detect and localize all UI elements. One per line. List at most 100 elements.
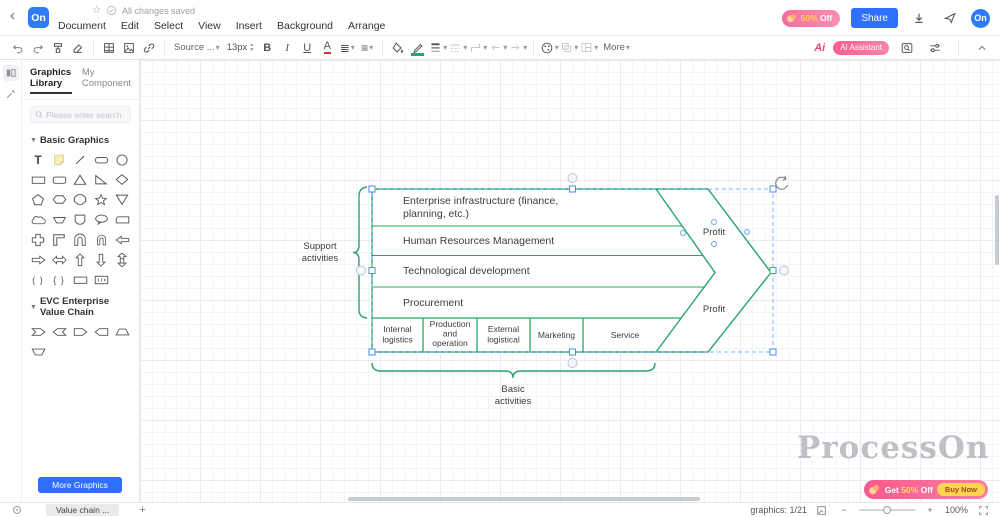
font-size-stepper[interactable]: 13px▲▼ <box>224 42 258 53</box>
support-activities-label[interactable]: Supportactivities <box>302 241 339 264</box>
connector-style-icon[interactable]: ▾ <box>468 39 488 57</box>
zoom-out-button[interactable]: − <box>837 504 851 516</box>
shape-arch-narrow[interactable] <box>91 230 111 249</box>
shape-text[interactable]: T <box>28 150 48 169</box>
menu-view[interactable]: View <box>198 20 221 32</box>
italic-button[interactable]: I <box>277 39 297 57</box>
group-icon[interactable]: ▾ <box>559 39 579 57</box>
download-icon[interactable] <box>909 9 929 27</box>
shape-cloud[interactable] <box>28 210 48 229</box>
shape-braces[interactable]: { } <box>49 270 69 289</box>
shapes-panel-icon[interactable] <box>3 65 19 81</box>
tab-graphics-library[interactable]: Graphics Library <box>30 67 72 94</box>
zoom-slider[interactable] <box>859 509 915 511</box>
vertical-scrollbar[interactable] <box>995 195 999 265</box>
arrow-end-icon[interactable]: ▾ <box>508 39 528 57</box>
back-icon[interactable]: ‹ <box>10 7 15 24</box>
evc-trapezoid-up[interactable] <box>112 322 132 341</box>
more-graphics-button[interactable]: More Graphics <box>38 477 122 493</box>
find-replace-icon[interactable] <box>897 39 917 57</box>
quick-handle-left[interactable] <box>357 266 366 275</box>
cell-external-logistical[interactable]: Externallogistical <box>487 324 520 345</box>
menu-background[interactable]: Background <box>277 20 333 32</box>
link-icon[interactable] <box>139 39 159 57</box>
shape-arrow-up[interactable] <box>70 250 90 269</box>
evc-chevron-left[interactable] <box>49 322 69 341</box>
shape-rect[interactable] <box>28 170 48 189</box>
cell-internal-logistics[interactable]: Internallogistics <box>382 324 412 345</box>
shape-arrow-double-h[interactable] <box>49 250 69 269</box>
shape-arrow-right[interactable] <box>28 250 48 269</box>
more-button[interactable]: More▾ <box>599 42 634 53</box>
section-evc[interactable]: ▼EVC Enterprise Value Chain <box>22 290 139 321</box>
redo-icon[interactable] <box>28 39 48 57</box>
quick-handle-right[interactable] <box>780 266 789 275</box>
font-color-button[interactable]: A <box>317 39 337 57</box>
evc-pentagon-left[interactable] <box>91 322 111 341</box>
support-brace[interactable] <box>353 187 367 318</box>
connection-point[interactable] <box>681 231 686 236</box>
basic-activities-label[interactable]: Basicactivities <box>495 384 532 407</box>
shape-circle[interactable] <box>112 150 132 169</box>
menu-select[interactable]: Select <box>154 20 183 32</box>
undo-icon[interactable] <box>8 39 28 57</box>
discount-badge[interactable]: 50% Off <box>782 10 841 27</box>
rotate-handle-icon[interactable] <box>776 176 788 189</box>
zoom-in-button[interactable]: + <box>923 504 937 516</box>
connection-point[interactable] <box>712 242 717 247</box>
shape-rect-2[interactable] <box>70 270 90 289</box>
align-button[interactable]: ≡▾ <box>357 39 377 57</box>
evc-trapezoid-down[interactable] <box>28 342 48 361</box>
search-input[interactable] <box>46 110 126 120</box>
fill-color-icon[interactable] <box>388 39 408 57</box>
shape-cross[interactable] <box>28 230 48 249</box>
section-basic-graphics[interactable]: ▼Basic Graphics <box>22 129 139 149</box>
theme-icon[interactable]: ▾ <box>539 39 559 57</box>
menu-insert[interactable]: Insert <box>236 20 262 32</box>
ai-assistant-badge[interactable]: AI Assistant <box>833 41 889 55</box>
pages-home-icon[interactable] <box>10 504 24 516</box>
shape-corner[interactable] <box>49 230 69 249</box>
support-row-2[interactable]: Human Resources Management <box>403 235 554 247</box>
quick-handle-bottom[interactable] <box>568 359 577 368</box>
cell-service[interactable]: Service <box>611 330 640 340</box>
shape-star[interactable] <box>91 190 111 209</box>
shape-arrow-double-v[interactable] <box>112 250 132 269</box>
shape-hexagon[interactable] <box>49 190 69 209</box>
app-logo[interactable]: On <box>28 7 49 28</box>
cell-marketing[interactable]: Marketing <box>538 330 576 340</box>
zoom-slider-knob[interactable] <box>883 506 891 514</box>
tab-my-component[interactable]: My Component <box>82 67 131 94</box>
underline-button[interactable]: U <box>297 39 317 57</box>
shape-speech-bubble[interactable] <box>91 210 111 229</box>
shape-arrow-down[interactable] <box>91 250 111 269</box>
bold-button[interactable]: B <box>257 39 277 57</box>
shape-pill[interactable] <box>91 150 111 169</box>
layout-icon[interactable]: ▾ <box>579 39 599 57</box>
shape-right-triangle[interactable] <box>91 170 111 189</box>
favorite-star-icon[interactable]: ☆ <box>92 5 101 16</box>
horizontal-scrollbar[interactable] <box>348 497 700 501</box>
shape-parentheses[interactable]: ( ) <box>28 270 48 289</box>
shape-trapezoid[interactable] <box>49 210 69 229</box>
shape-round-corner-rect[interactable] <box>112 210 132 229</box>
eraser-icon[interactable] <box>68 39 88 57</box>
ai-logo[interactable]: Ai <box>814 42 825 54</box>
font-family-select[interactable]: Source ...▾ <box>170 42 224 53</box>
line-style-icon[interactable]: ▾ <box>448 39 468 57</box>
support-row-4[interactable]: Procurement <box>403 297 463 309</box>
shape-round-bottom-rect[interactable] <box>70 210 90 229</box>
basic-brace[interactable] <box>372 363 655 378</box>
shape-arrow-left[interactable] <box>112 230 132 249</box>
line-height-button[interactable]: ≣▾ <box>337 39 357 57</box>
add-page-button[interactable]: + <box>139 504 145 516</box>
shape-inverted-triangle[interactable] <box>112 190 132 209</box>
send-icon[interactable] <box>940 9 960 27</box>
fullscreen-icon[interactable] <box>976 504 990 516</box>
support-row-3[interactable]: Technological development <box>403 265 530 277</box>
magic-wand-icon[interactable] <box>3 86 19 102</box>
profit-top-label[interactable]: Profit <box>703 227 726 238</box>
navigator-icon[interactable] <box>815 504 829 516</box>
connection-point[interactable] <box>745 230 750 235</box>
page-tab-value-chain[interactable]: Value chain ... <box>46 504 119 516</box>
